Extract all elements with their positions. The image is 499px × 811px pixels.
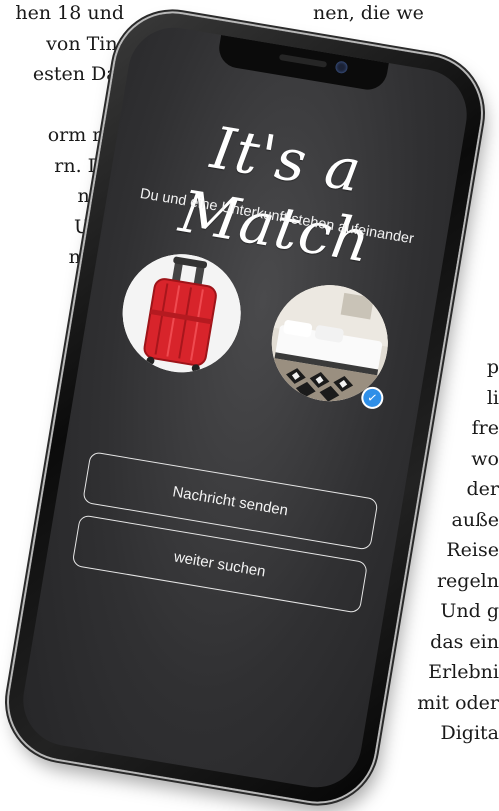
left-text-line: von Tin- (46, 32, 124, 55)
left-text-line: esten Da- (32, 63, 124, 85)
suitcase-avatar (113, 245, 250, 382)
camera-icon (334, 60, 349, 75)
notch (216, 34, 389, 93)
left-text-line: hen 18 und (15, 2, 124, 24)
background-text-top-right: nen, die we (313, 2, 424, 24)
verified-check-icon: ✓ (361, 387, 383, 409)
red-suitcase-icon (113, 245, 250, 382)
speaker-icon (278, 53, 328, 68)
